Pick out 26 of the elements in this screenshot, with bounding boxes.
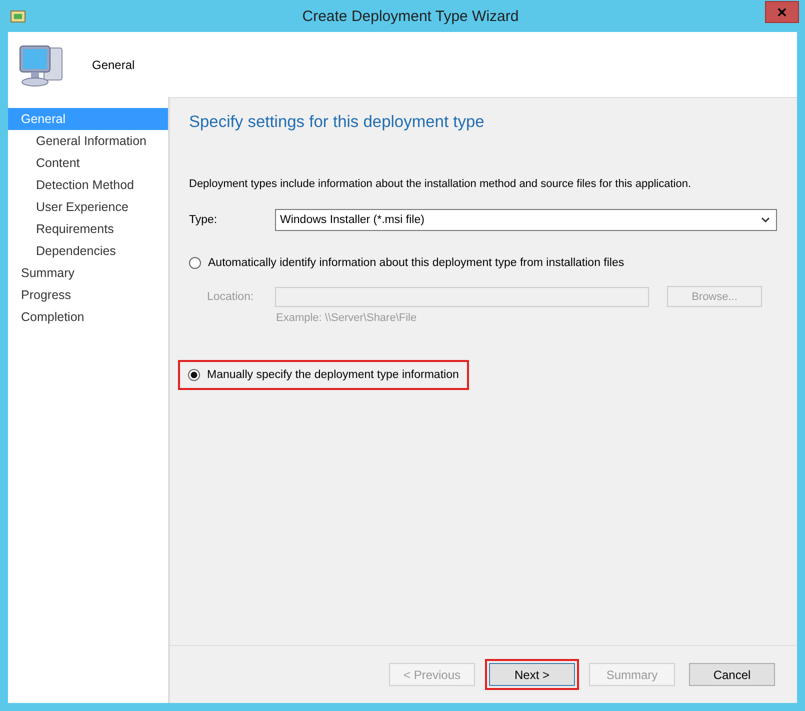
close-button[interactable]: ✕ xyxy=(765,1,799,23)
radio-icon xyxy=(188,369,200,381)
type-dropdown[interactable]: Windows Installer (*.msi file) xyxy=(275,209,777,231)
type-label: Type: xyxy=(189,214,218,226)
section-heading: Specify settings for this deployment type xyxy=(189,113,486,132)
nav-item[interactable]: Content xyxy=(8,152,168,174)
radio-option[interactable]: Manually specify the deployment type information xyxy=(178,360,469,390)
nav-item[interactable]: Dependencies xyxy=(8,240,168,262)
app-icon xyxy=(10,8,26,24)
wizard-button[interactable]: Cancel xyxy=(689,663,775,686)
nav-item[interactable]: Requirements xyxy=(8,218,168,240)
wizard-button[interactable]: Next > xyxy=(489,663,575,686)
nav-item[interactable]: Completion xyxy=(8,306,168,328)
nav-item[interactable]: Summary xyxy=(8,262,168,284)
radio-icon xyxy=(189,257,201,269)
nav-item[interactable]: Detection Method xyxy=(8,174,168,196)
radio-option[interactable]: Automatically identify information about this deployment type from installation files xyxy=(187,251,632,275)
description-text: Deployment types include information about the installation method and source files for this application. xyxy=(189,178,692,190)
nav-item[interactable]: Progress xyxy=(8,284,168,306)
nav-item[interactable]: General Information xyxy=(8,130,168,152)
example-text: Example: \\Server\Share\File xyxy=(276,312,418,324)
page-title: General xyxy=(92,58,135,72)
nav-item[interactable]: User Experience xyxy=(8,196,168,218)
chevron-icon xyxy=(761,217,770,223)
location-label: Location: xyxy=(206,290,255,302)
window-title: Create Deployment Type Wizard xyxy=(301,8,520,24)
